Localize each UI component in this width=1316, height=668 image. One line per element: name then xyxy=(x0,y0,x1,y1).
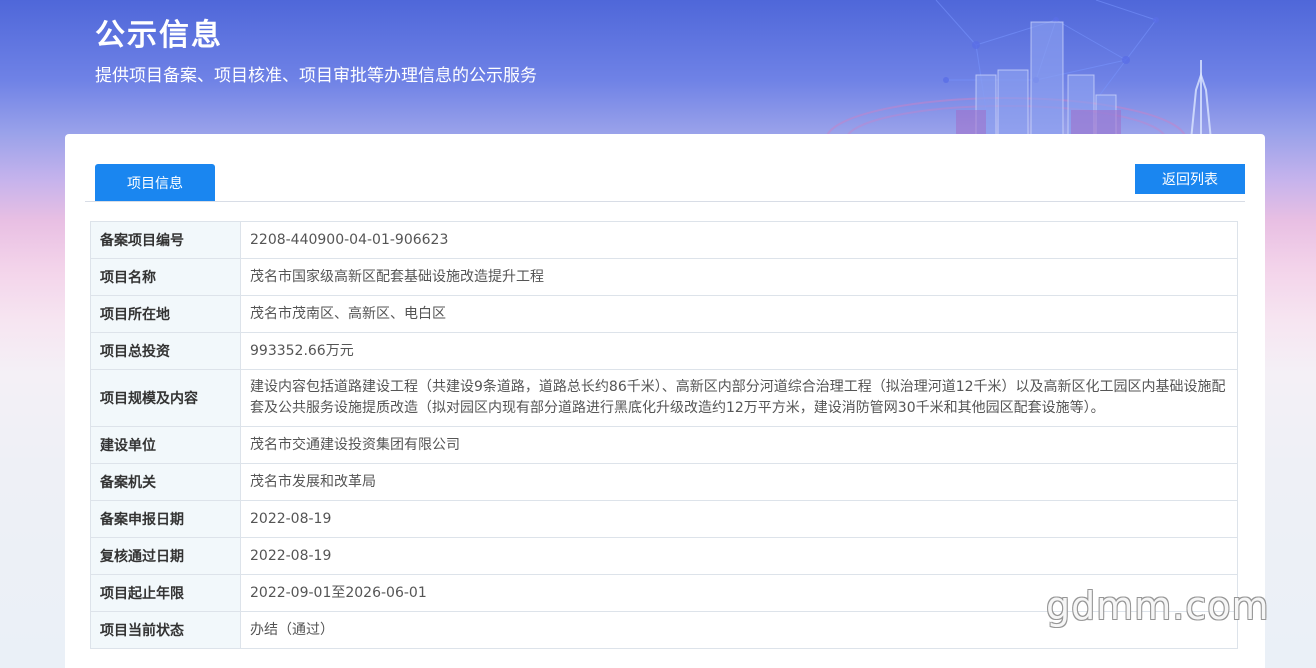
row-label: 复核通过日期 xyxy=(90,537,241,575)
row-value: 2022-08-19 xyxy=(240,537,1238,575)
row-value: 993352.66万元 xyxy=(240,332,1238,370)
row-value: 茂名市国家级高新区配套基础设施改造提升工程 xyxy=(240,258,1238,296)
page-title: 公示信息 xyxy=(95,18,223,53)
table-row: 备案项目编号 2208-440900-04-01-906623 xyxy=(90,221,1238,259)
table-row: 建设单位 茂名市交通建设投资集团有限公司 xyxy=(90,426,1238,464)
row-label: 项目当前状态 xyxy=(90,611,241,649)
back-to-list-button[interactable]: 返回列表 xyxy=(1135,164,1245,194)
row-label: 备案申报日期 xyxy=(90,500,241,538)
table-row: 项目总投资 993352.66万元 xyxy=(90,332,1238,370)
table-row: 备案机关 茂名市发展和改革局 xyxy=(90,463,1238,501)
site-watermark: gdmm.com xyxy=(1046,584,1270,628)
row-label: 建设单位 xyxy=(90,426,241,464)
row-label: 项目起止年限 xyxy=(90,574,241,612)
table-row: 项目所在地 茂名市茂南区、高新区、电白区 xyxy=(90,295,1238,333)
city-skyline-illustration xyxy=(825,0,1212,140)
row-label: 备案项目编号 xyxy=(90,221,241,259)
row-label: 项目总投资 xyxy=(90,332,241,370)
table-row: 项目规模及内容 建设内容包括道路建设工程（共建设9条道路，道路总长约86千米）、… xyxy=(90,369,1238,427)
row-value: 2208-440900-04-01-906623 xyxy=(240,221,1238,259)
row-value: 建设内容包括道路建设工程（共建设9条道路，道路总长约86千米）、高新区内部分河道… xyxy=(240,369,1238,427)
table-row: 项目名称 茂名市国家级高新区配套基础设施改造提升工程 xyxy=(90,258,1238,296)
row-label: 项目规模及内容 xyxy=(90,369,241,427)
row-value: 茂名市交通建设投资集团有限公司 xyxy=(240,426,1238,464)
row-value: 2022-08-19 xyxy=(240,500,1238,538)
page-subtitle: 提供项目备案、项目核准、项目审批等办理信息的公示服务 xyxy=(95,66,537,86)
row-label: 项目名称 xyxy=(90,258,241,296)
row-value: 茂名市发展和改革局 xyxy=(240,463,1238,501)
row-value: 茂名市茂南区、高新区、电白区 xyxy=(240,295,1238,333)
tab-bar: 项目信息 xyxy=(85,164,1245,202)
tab-project-info[interactable]: 项目信息 xyxy=(95,164,215,201)
row-label: 项目所在地 xyxy=(90,295,241,333)
table-row: 备案申报日期 2022-08-19 xyxy=(90,500,1238,538)
page: 公示信息 提供项目备案、项目核准、项目审批等办理信息的公示服务 项目信息 返回列… xyxy=(0,0,1316,668)
table-row: 复核通过日期 2022-08-19 xyxy=(90,537,1238,575)
row-label: 备案机关 xyxy=(90,463,241,501)
